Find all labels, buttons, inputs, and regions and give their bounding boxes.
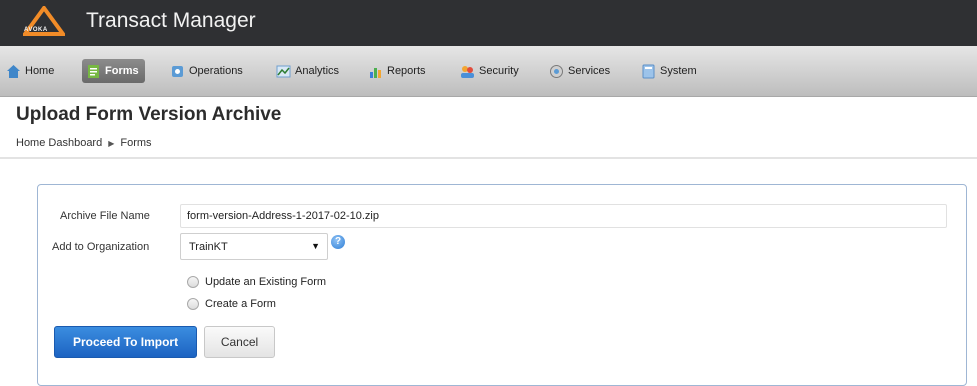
breadcrumb: Home Dashboard ▶ Forms	[16, 137, 152, 149]
main-nav: Home Forms Operations Analytics Reports …	[0, 46, 977, 97]
radio-label: Update an Existing Form	[205, 276, 327, 288]
nav-item-forms[interactable]: Forms	[82, 59, 145, 83]
breadcrumb-home-dashboard[interactable]: Home Dashboard	[16, 137, 102, 149]
forms-icon	[88, 64, 99, 78]
nav-item-home[interactable]: Home	[6, 59, 54, 83]
organization-select[interactable]: TrainKT ▼	[180, 233, 328, 260]
nav-item-services[interactable]: Services	[549, 59, 610, 83]
radio-label: Create a Form	[205, 298, 276, 310]
nav-item-label: Forms	[105, 65, 139, 77]
reports-icon	[370, 67, 381, 78]
home-icon	[7, 64, 20, 78]
nav-item-label: Analytics	[295, 65, 340, 77]
radio-button[interactable]	[187, 276, 199, 288]
nav-item-label: Services	[568, 65, 611, 77]
organization-select-value: TrainKT	[189, 240, 228, 253]
nav-item-analytics[interactable]: Analytics	[276, 59, 339, 83]
nav-item-label: Reports	[387, 65, 426, 77]
services-icon	[550, 64, 563, 78]
logo-text: AVOKA	[24, 27, 48, 33]
proceed-to-import-button[interactable]: Proceed To Import	[54, 326, 197, 358]
cancel-button[interactable]: Cancel	[204, 326, 275, 358]
archive-file-name-input[interactable]	[180, 204, 947, 228]
breadcrumb-forms[interactable]: Forms	[120, 137, 151, 149]
radio-create-form[interactable]: Create a Form	[187, 298, 276, 310]
breadcrumb-separator-icon: ▶	[108, 138, 115, 148]
app-title: Transact Manager	[86, 9, 256, 32]
nav-item-security[interactable]: Security	[460, 59, 519, 83]
page-title: Upload Form Version Archive	[16, 104, 282, 125]
radio-button[interactable]	[187, 298, 199, 310]
add-to-organization-label: Add to Organization	[52, 241, 150, 253]
nav-item-label: Operations	[189, 65, 243, 77]
system-icon	[642, 64, 655, 78]
nav-item-label: Home	[25, 65, 55, 77]
avoka-logo-icon	[23, 6, 65, 36]
nav-item-reports[interactable]: Reports	[368, 59, 426, 83]
help-icon[interactable]: ?	[331, 235, 345, 249]
header-divider	[0, 157, 977, 159]
app-header: AVOKA Transact Manager	[0, 0, 977, 46]
nav-item-operations[interactable]: Operations	[170, 59, 243, 83]
archive-file-name-label: Archive File Name	[60, 210, 150, 222]
nav-item-system[interactable]: System	[641, 59, 697, 83]
nav-item-label: System	[660, 65, 697, 77]
operations-icon	[172, 65, 183, 77]
radio-update-existing-form[interactable]: Update an Existing Form	[187, 276, 326, 288]
dropdown-arrow-icon: ▼	[311, 241, 320, 251]
nav-item-label: Security	[479, 65, 519, 77]
security-icon	[461, 65, 474, 78]
analytics-icon	[276, 65, 291, 77]
